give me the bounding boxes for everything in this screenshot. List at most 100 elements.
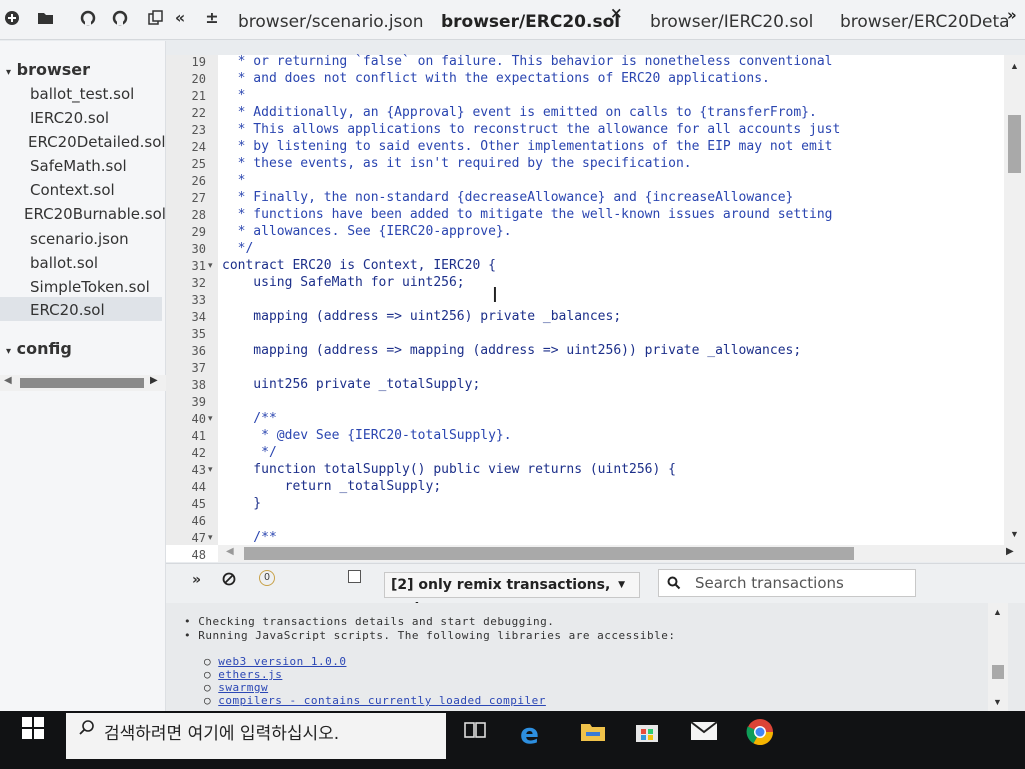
code-line[interactable]: * functions have been added to mitigate … (222, 207, 833, 222)
store-icon[interactable] (634, 719, 660, 748)
windows-start-icon[interactable] (22, 717, 44, 744)
scroll-up-icon[interactable]: ▲ (993, 607, 1002, 617)
file-explorer-icon[interactable] (580, 721, 606, 748)
line-number: 21 (191, 89, 206, 103)
file-item[interactable]: ballot_test.sol (30, 85, 134, 103)
code-line[interactable]: * or returning `false` on failure. This … (222, 54, 833, 69)
copy-icon[interactable] (146, 8, 166, 28)
terminal-toolbar: » 0 [2] only remix transactions, script … (166, 563, 1025, 617)
fold-toggle-icon[interactable]: ▾ (208, 261, 213, 271)
folder-open-icon[interactable] (36, 8, 56, 28)
tab-ierc20-sol[interactable]: browser/IERC20.sol (650, 8, 813, 36)
scroll-right-icon[interactable]: ▶ (150, 375, 158, 386)
tab-close-icon[interactable]: × (610, 4, 623, 22)
editor-horizontal-scrollbar[interactable]: ◀ ▶ (218, 545, 1025, 562)
code-line[interactable]: * This allows applications to reconstruc… (222, 122, 841, 137)
folder-config[interactable]: ▾ config (6, 339, 72, 358)
library-link[interactable]: ○ compilers - contains currently loaded … (204, 694, 546, 707)
fold-toggle-icon[interactable]: ▾ (208, 414, 213, 424)
file-item[interactable]: ERC20Burnable.sol (24, 205, 166, 223)
line-number: 19 (191, 55, 206, 69)
folder-label: config (16, 339, 72, 358)
chrome-icon[interactable] (746, 718, 774, 751)
code-line[interactable]: } (222, 496, 261, 511)
search-box[interactable] (658, 569, 916, 597)
tab-erc20-sol[interactable]: browser/ERC20.sol (441, 8, 620, 36)
code-line[interactable]: * allowances. See {IERC20-approve}. (222, 224, 512, 239)
scroll-left-icon[interactable]: ◀ (226, 546, 234, 557)
folder-label: browser (16, 60, 90, 79)
code-editor[interactable]: 19 20 21 22 23 24 25 26 27 28 29 30 31 ▾ 32 33 34 35 36 37 3… (166, 54, 1025, 562)
plus-minus-icon[interactable]: ± (202, 8, 222, 28)
code-line[interactable]: * by listening to said events. Other imp… (222, 139, 833, 154)
scroll-down-icon[interactable]: ▼ (1010, 529, 1019, 539)
collapse-left-icon[interactable]: « (170, 8, 190, 28)
scrollbar-thumb[interactable] (992, 665, 1004, 679)
file-item[interactable]: Context.sol (30, 181, 115, 199)
search-icon (78, 719, 96, 742)
code-line[interactable]: using SafeMath for uint256; (222, 275, 464, 290)
gist-icon[interactable] (110, 8, 130, 28)
mail-icon[interactable] (690, 721, 718, 746)
scroll-right-icon[interactable]: ▶ (1006, 546, 1014, 557)
task-view-icon[interactable] (464, 721, 486, 746)
library-link[interactable]: ○ ethers.js (204, 668, 282, 681)
taskbar-search-box[interactable]: 검색하려면 여기에 입력하십시오. (66, 713, 446, 759)
line-number: 34 (191, 310, 206, 324)
code-line[interactable]: */ (222, 241, 254, 256)
scrollbar-thumb[interactable] (244, 547, 854, 560)
collapse-terminal-icon[interactable]: » (192, 572, 201, 588)
tab-erc20detailed-sol[interactable]: browser/ERC20Deta (840, 8, 1010, 36)
file-item[interactable]: ERC20Detailed.sol (28, 133, 166, 151)
code-line[interactable]: * Finally, the non-standard {decreaseAll… (222, 190, 794, 205)
terminal-output: • Checking transactions details and star… (166, 603, 1025, 711)
code-line[interactable]: /** (222, 411, 277, 426)
code-line[interactable]: * (222, 173, 246, 188)
more-tabs-icon[interactable]: » (1007, 6, 1017, 24)
edge-icon[interactable]: e (520, 717, 539, 750)
file-item[interactable]: scenario.json (30, 230, 129, 248)
fold-toggle-icon[interactable]: ▾ (208, 533, 213, 543)
code-line[interactable]: uint256 private _totalSupply; (222, 377, 480, 392)
code-line[interactable]: * @dev See {IERC20-totalSupply}. (222, 428, 511, 443)
plus-circle-icon[interactable] (2, 8, 22, 28)
file-item[interactable]: IERC20.sol (30, 109, 109, 127)
editor-vertical-scrollbar[interactable]: ▲ ▼ (1004, 55, 1025, 545)
code-line[interactable]: return _totalSupply; (222, 479, 442, 494)
folder-browser[interactable]: ▾ browser (6, 60, 90, 79)
line-number: 24 (191, 140, 206, 154)
file-item[interactable]: SimpleToken.sol (30, 278, 150, 296)
clear-console-icon[interactable] (222, 572, 236, 591)
line-number: 27 (191, 191, 206, 205)
scroll-down-icon[interactable]: ▼ (993, 697, 1002, 707)
fold-toggle-icon[interactable]: ▾ (208, 465, 213, 475)
file-item[interactable]: ballot.sol (30, 254, 98, 272)
code-line[interactable]: * these events, as it isn't required by … (222, 156, 692, 171)
listen-checkbox[interactable] (348, 570, 361, 583)
library-link[interactable]: ○ web3 version 1.0.0 (204, 655, 346, 668)
code-line[interactable]: * (222, 88, 246, 103)
code-line[interactable]: * and does not conflict with the expecta… (222, 71, 770, 86)
scroll-up-icon[interactable]: ▲ (1010, 61, 1019, 71)
search-transactions-input[interactable] (695, 573, 905, 593)
code-line[interactable]: * Additionally, an {Approval} event is e… (222, 105, 817, 120)
code-line[interactable]: function totalSupply() public view retur… (222, 462, 676, 477)
file-item-selected[interactable]: ERC20.sol (0, 297, 162, 321)
transaction-filter-select[interactable]: [2] only remix transactions, script ▼ (384, 572, 640, 617)
github-icon[interactable] (78, 8, 98, 28)
code-line[interactable]: /** (222, 530, 277, 545)
file-item[interactable]: SafeMath.sol (30, 157, 127, 175)
pending-transactions-badge: 0 (259, 570, 275, 586)
code-line[interactable]: */ (222, 445, 277, 460)
code-line[interactable]: contract ERC20 is Context, IERC20 { (222, 258, 496, 273)
scroll-left-icon[interactable]: ◀ (4, 375, 12, 386)
line-number: 37 (191, 361, 206, 375)
code-line[interactable]: mapping (address => mapping (address => … (222, 343, 801, 358)
code-line[interactable]: mapping (address => uint256) private _ba… (222, 309, 621, 324)
sidebar-horizontal-scrollbar[interactable]: ◀ ▶ (0, 375, 166, 391)
terminal-vertical-scrollbar[interactable]: ▲ ▼ (988, 603, 1008, 711)
library-link[interactable]: ○ swarmgw (204, 681, 268, 694)
scrollbar-thumb[interactable] (1008, 115, 1021, 173)
tab-scenario-json[interactable]: browser/scenario.json (238, 8, 424, 36)
scrollbar-thumb[interactable] (20, 378, 144, 388)
